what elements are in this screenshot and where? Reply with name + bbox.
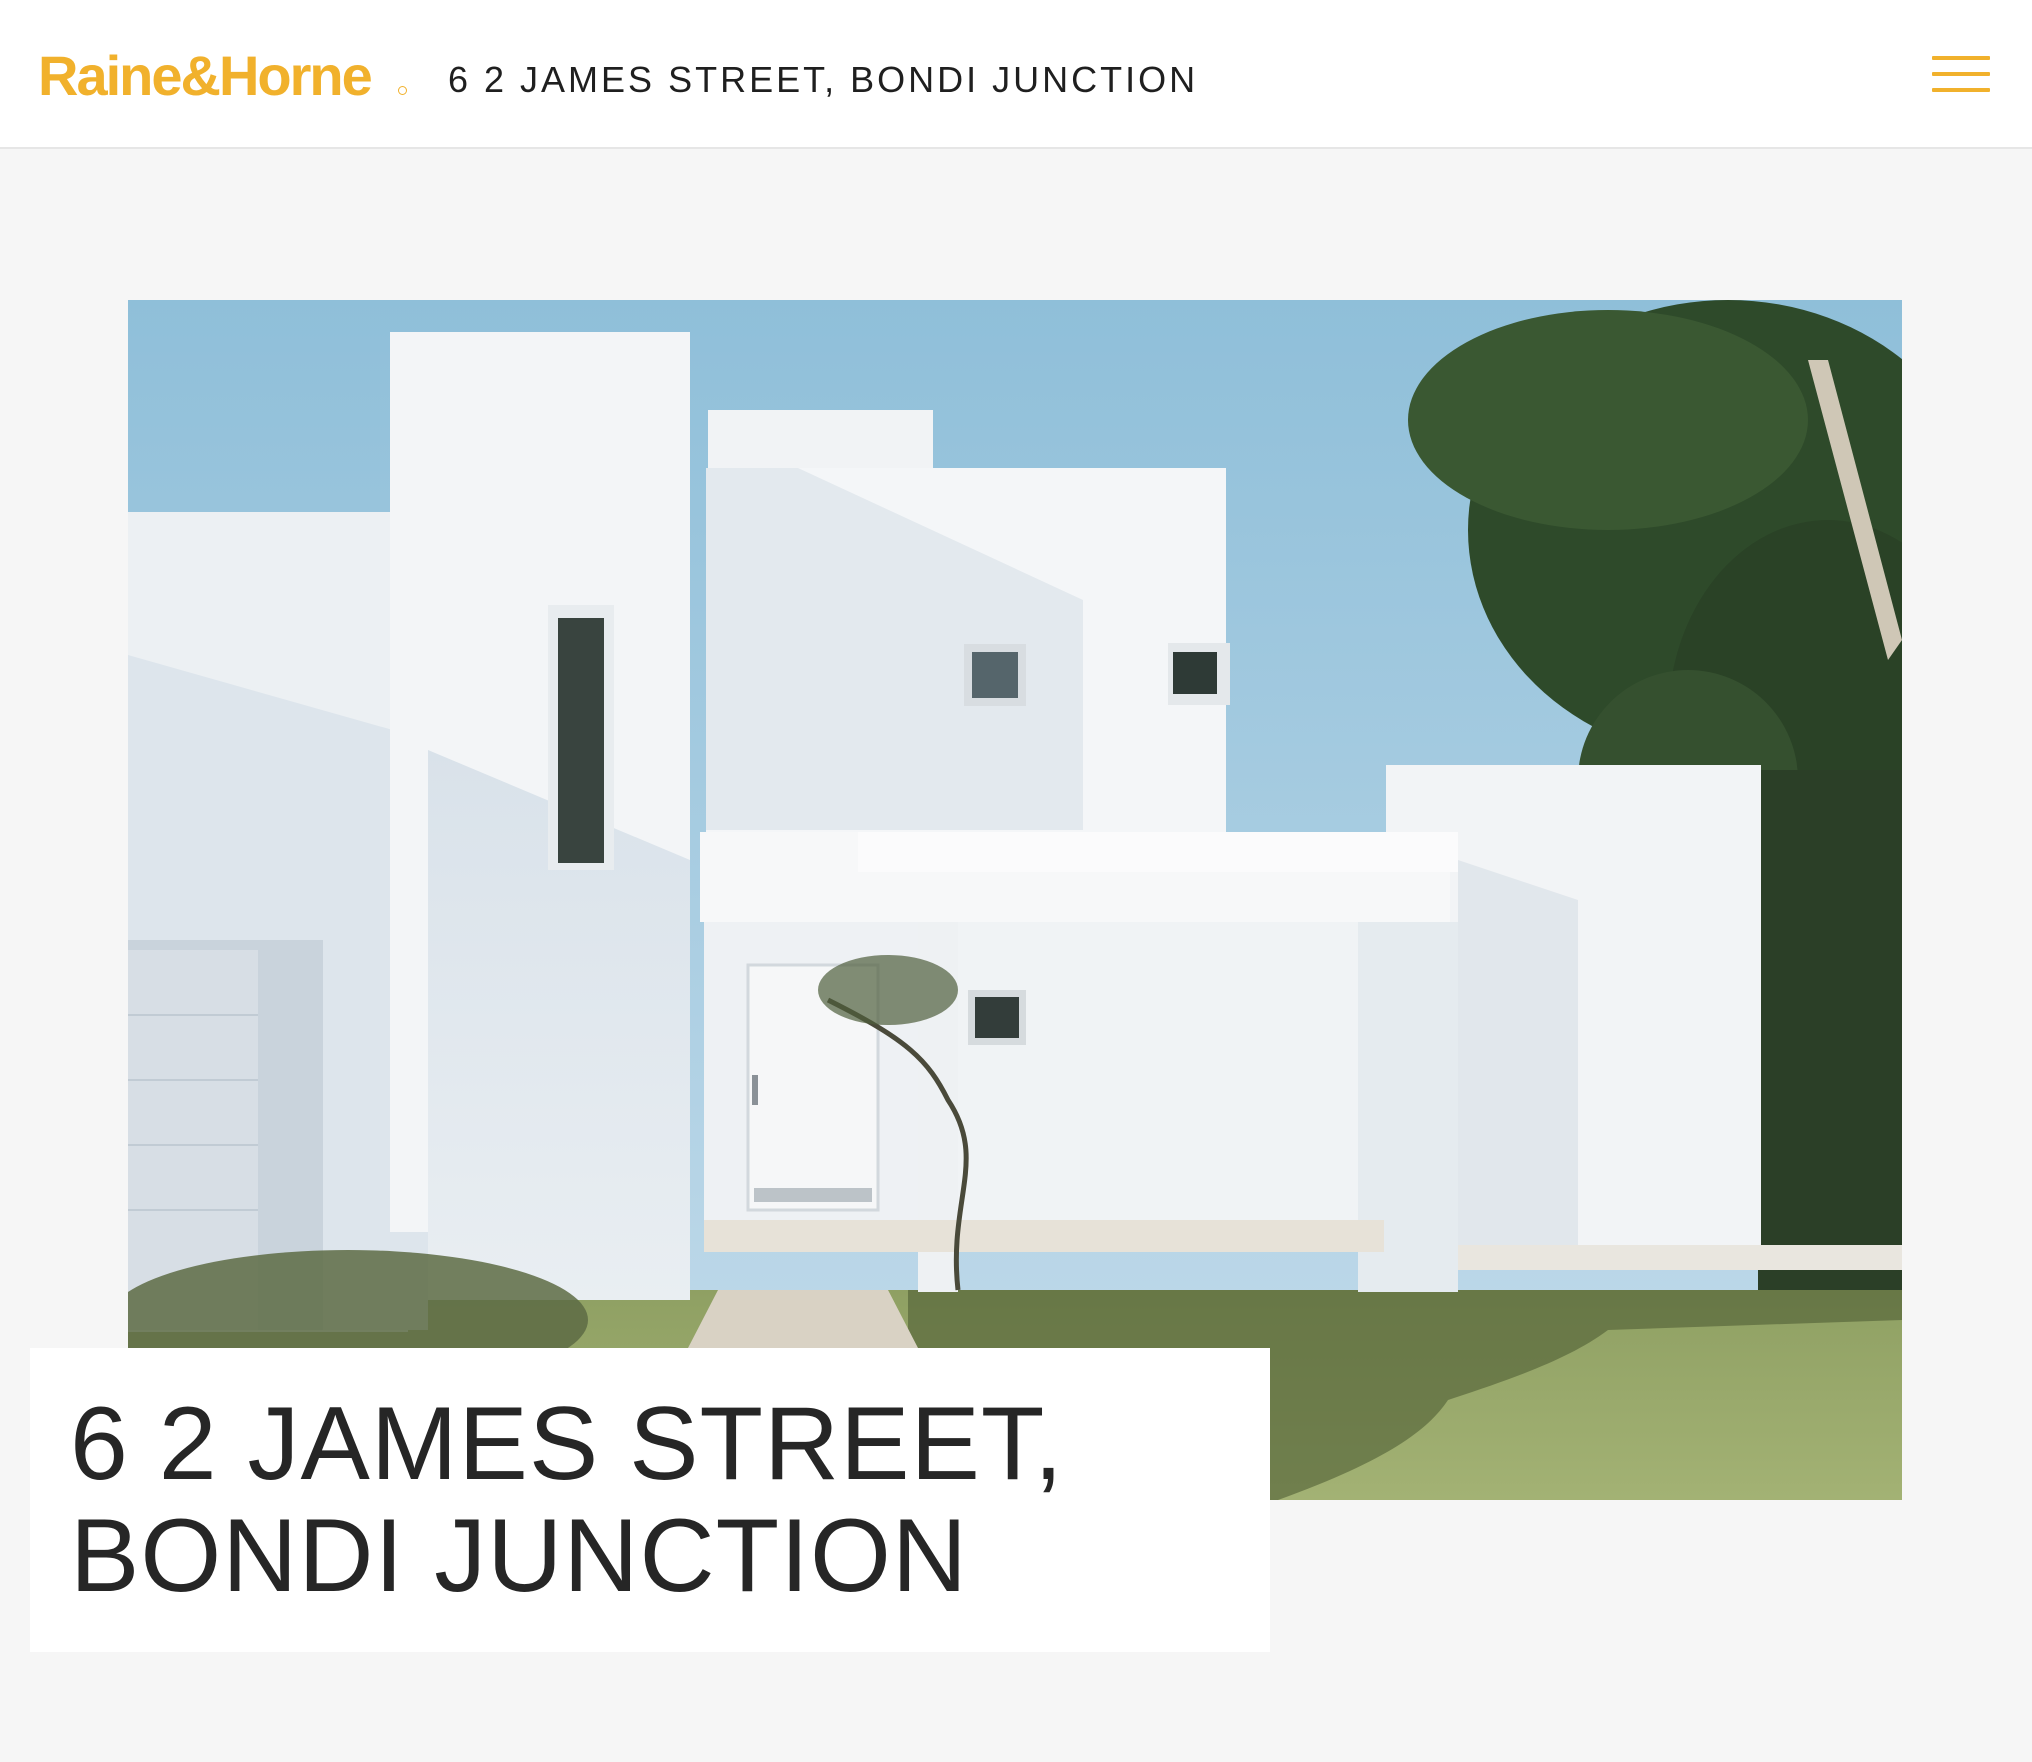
menu-line-icon [1932, 72, 1990, 76]
brand-logo[interactable]: Raine&Horne [38, 44, 373, 108]
menu-line-icon [1932, 88, 1990, 92]
listing-title-line1: 6 2 JAMES STREET, [70, 1386, 1064, 1502]
property-hero-image[interactable] [128, 300, 1902, 1500]
listing-title-line2: BONDI JUNCTION [70, 1498, 968, 1614]
menu-line-icon [1932, 56, 1990, 60]
header-address-title: 6 2 JAMES STREET, BONDI JUNCTION [448, 59, 1199, 100]
registered-mark-icon [398, 86, 407, 95]
listing-title: 6 2 JAMES STREET, BONDI JUNCTION [70, 1388, 1230, 1612]
listing-title-card: 6 2 JAMES STREET, BONDI JUNCTION [30, 1348, 1270, 1652]
hamburger-menu-button[interactable] [1932, 52, 1990, 96]
site-header: Raine&Horne 6 2 JAMES STREET, BONDI JUNC… [0, 0, 2032, 149]
house-photo-illustration [128, 300, 1902, 1500]
